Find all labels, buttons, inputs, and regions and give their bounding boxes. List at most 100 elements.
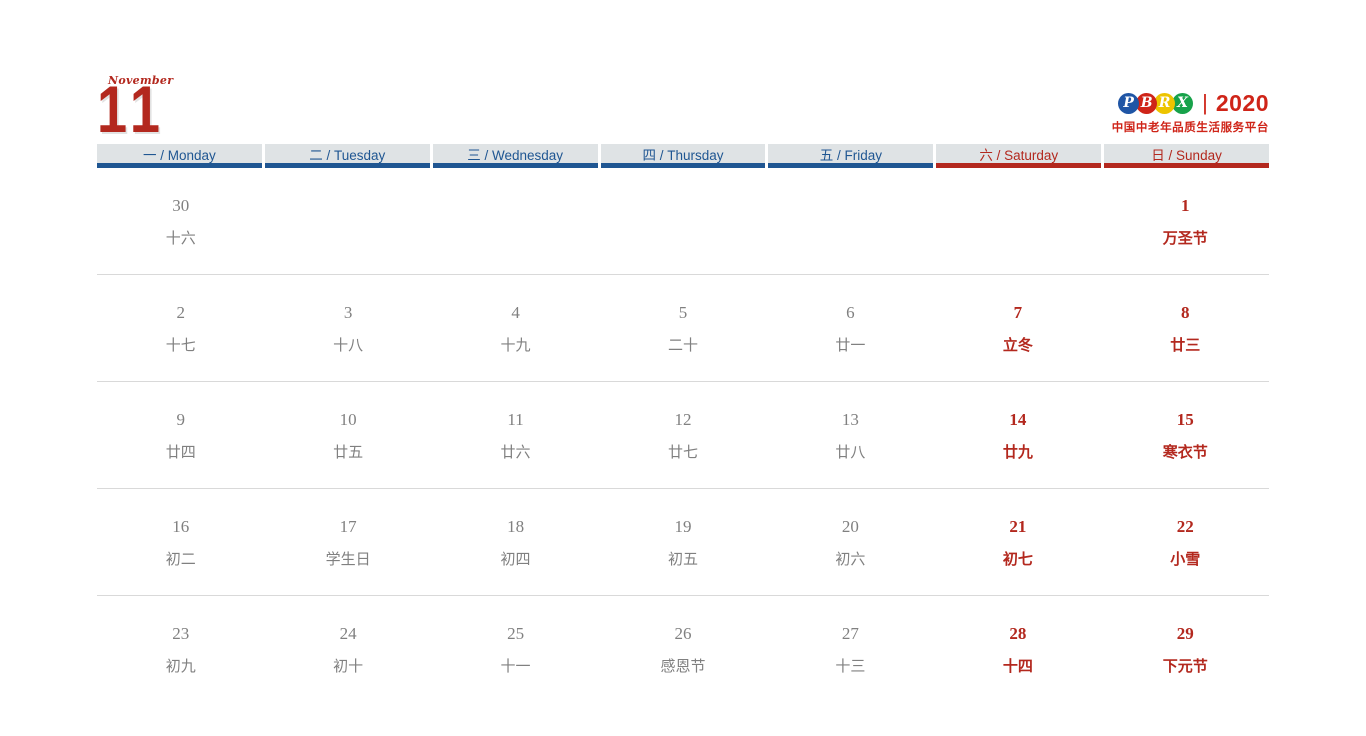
day-cell[interactable]: 10 廿五	[264, 382, 431, 488]
day-number: 3	[343, 303, 353, 322]
week-row: 2 十七 3 十八 4 十九 5 二十 6 廿一 7 立冬 8 廿三	[97, 275, 1269, 382]
day-lunar-label: 十七	[165, 337, 196, 354]
day-lunar-label: 立冬	[1002, 337, 1033, 354]
day-lunar-label: 初二	[165, 551, 196, 568]
day-number: 16	[172, 517, 190, 536]
logo-dot-x-icon: X	[1172, 92, 1194, 114]
weekday-header-row: 一 / Monday 二 / Tuesday 三 / Wednesday 四 / Th…	[97, 144, 1269, 168]
day-lunar-label: 二十	[667, 337, 698, 354]
day-cell[interactable]: 30 十六	[97, 168, 264, 274]
day-lunar-label: 十四	[1002, 658, 1033, 675]
day-number: 1	[1181, 196, 1190, 215]
week-row: 30 十六 1 万圣节	[97, 168, 1269, 275]
day-cell[interactable]: 19 初五	[599, 489, 766, 595]
day-number: 23	[172, 624, 190, 643]
month-block: November 11	[97, 62, 317, 144]
day-number: 26	[674, 624, 692, 643]
day-lunar-label: 廿一	[835, 337, 866, 354]
brand-top-row: P B R X | 2020	[949, 90, 1269, 116]
day-cell[interactable]: 7 立冬	[934, 275, 1101, 381]
calendar-grid: 一 / Monday 二 / Tuesday 三 / Wednesday 四 / Th…	[97, 144, 1269, 703]
day-lunar-label: 十一	[500, 658, 531, 675]
day-number: 14	[1009, 410, 1027, 429]
day-lunar-label: 初六	[835, 551, 866, 568]
day-cell[interactable]: 29 下元节	[1102, 596, 1269, 703]
day-cell[interactable]: 21 初七	[934, 489, 1101, 595]
day-lunar-label: 十八	[333, 337, 364, 354]
day-cell[interactable]: 18 初四	[432, 489, 599, 595]
day-lunar-label: 十三	[835, 658, 866, 675]
day-cell[interactable]: 17 学生日	[264, 489, 431, 595]
day-number: 10	[339, 410, 357, 429]
day-number: 11	[507, 410, 524, 429]
day-cell[interactable]: 22 小雪	[1102, 489, 1269, 595]
day-number: 12	[674, 410, 692, 429]
day-cell[interactable]: 25 十一	[432, 596, 599, 703]
day-lunar-label: 感恩节	[660, 658, 706, 675]
day-cell[interactable]: 28 十四	[934, 596, 1101, 703]
logo-dot-r-icon: R	[1154, 92, 1176, 114]
day-lunar-label: 寒衣节	[1162, 444, 1208, 461]
day-number: 13	[841, 410, 859, 429]
day-number: 19	[674, 517, 692, 536]
day-number: 9	[176, 410, 185, 429]
day-cell[interactable]: 13 廿八	[767, 382, 934, 488]
weekday-header-4: 五 / Friday	[768, 144, 934, 168]
day-number: 6	[846, 303, 855, 322]
day-cell[interactable]: 16 初二	[97, 489, 264, 595]
logo-dot-p-icon: P	[1118, 92, 1140, 114]
day-number: 4	[511, 303, 520, 322]
day-lunar-label: 廿六	[500, 444, 531, 461]
day-number: 22	[1176, 517, 1194, 536]
day-lunar-label: 下元节	[1162, 658, 1208, 675]
day-lunar-label: 十九	[500, 337, 531, 354]
day-number: 2	[176, 303, 185, 322]
day-cell[interactable]: 24 初十	[264, 596, 431, 703]
day-cell[interactable]: 8 廿三	[1102, 275, 1269, 381]
weekday-header-2: 三 / Wednesday	[432, 144, 598, 168]
day-cell[interactable]: 15 寒衣节	[1102, 382, 1269, 488]
day-number: 15	[1176, 410, 1194, 429]
day-lunar-label: 小雪	[1170, 551, 1201, 568]
day-cell[interactable]: 11 廿六	[432, 382, 599, 488]
brand-block: P B R X | 2020 中国中老年品质生活服务平台	[949, 90, 1269, 144]
day-cell[interactable]: 27 十三	[767, 596, 934, 703]
day-number: 27	[841, 624, 859, 643]
day-cell[interactable]: 5 二十	[599, 275, 766, 381]
day-lunar-label: 初四	[500, 551, 531, 568]
day-lunar-label: 廿九	[1002, 444, 1033, 461]
day-lunar-label: 廿三	[1170, 337, 1201, 354]
day-lunar-label: 初七	[1002, 551, 1033, 568]
day-number: 29	[1176, 624, 1194, 643]
day-number: 17	[339, 517, 357, 536]
week-row: 16 初二 17 学生日 18 初四 19 初五 20 初六 21 初七 22 小雪	[97, 489, 1269, 596]
day-lunar-label: 万圣节	[1162, 230, 1208, 247]
day-cell[interactable]: 9 廿四	[97, 382, 264, 488]
day-cell[interactable]: 14 廿九	[934, 382, 1101, 488]
day-cell[interactable]: 3 十八	[264, 275, 431, 381]
logo-dot-b-icon: B	[1136, 92, 1158, 114]
day-number: 21	[1009, 517, 1027, 536]
day-lunar-label: 廿四	[165, 444, 196, 461]
brand-separator: |	[1202, 90, 1208, 115]
day-cell[interactable]: 20 初六	[767, 489, 934, 595]
pbrx-logo-icon: P B R X	[1118, 92, 1194, 114]
month-number-label: 11	[97, 72, 166, 146]
day-number: 25	[507, 624, 525, 643]
day-cell[interactable]: 23 初九	[97, 596, 264, 703]
day-cell[interactable]: 1 万圣节	[1102, 168, 1269, 274]
day-number: 8	[1181, 303, 1190, 322]
day-cell[interactable]: 4 十九	[432, 275, 599, 381]
day-cell[interactable]: 2 十七	[97, 275, 264, 381]
day-cell[interactable]: 6 廿一	[767, 275, 934, 381]
day-cell[interactable]: 26 感恩节	[599, 596, 766, 703]
weekday-header-1: 二 / Tuesday	[264, 144, 430, 168]
weekday-header-6: 日 / Sunday	[1104, 144, 1269, 168]
day-number: 7	[1013, 303, 1023, 322]
weekday-header-5: 六 / Saturday	[936, 144, 1102, 168]
day-lunar-label: 廿五	[333, 444, 364, 461]
weekday-header-0: 一 / Monday	[97, 144, 262, 168]
day-lunar-label: 廿八	[835, 444, 866, 461]
day-lunar-label: 初十	[333, 658, 364, 675]
day-cell[interactable]: 12 廿七	[599, 382, 766, 488]
